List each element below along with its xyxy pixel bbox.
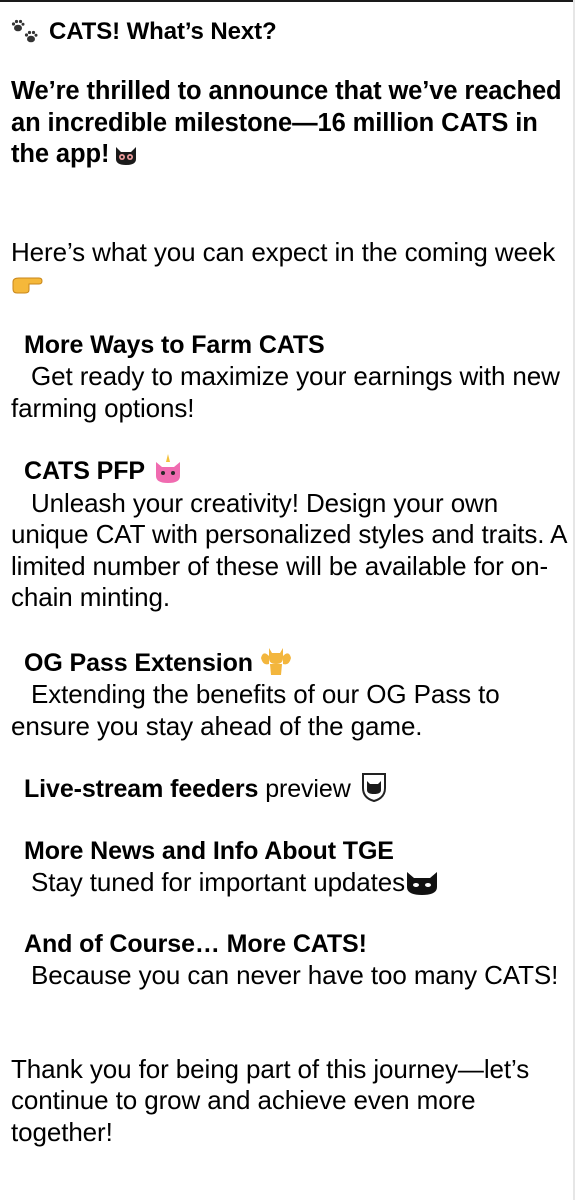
section-heading: CATS PFP — [24, 457, 145, 485]
announcement-text: We’re thrilled to announce that we’ve re… — [11, 77, 562, 168]
closing-paragraph: Thank you for being part of this journey… — [11, 1053, 530, 1147]
section-pfp: CATS PFP Unleash your creativity! Design… — [11, 454, 567, 614]
section-heading-suffix: preview — [265, 775, 351, 803]
message-title: CATS! What’s Next? — [49, 18, 277, 46]
intro-text: Here’s what you can expect in the coming… — [11, 236, 556, 267]
intro-paragraph: Here’s what you can expect in the coming… — [11, 237, 567, 300]
section-body: Get ready to maximize your earnings with… — [11, 361, 560, 423]
cat-face-icon — [116, 147, 137, 165]
section-body-row: Stay tuned for important updates — [11, 867, 567, 899]
section-body: Stay tuned for important updates — [31, 867, 406, 897]
pointing-hand-icon — [12, 277, 43, 294]
announcement-message: CATS! What’s Next? We’re thrilled to ann… — [11, 14, 567, 1148]
milestone-announcement: We’re thrilled to announce that we’ve re… — [11, 76, 567, 171]
paw-prints-icon — [11, 19, 38, 43]
section-heading-row: OG Pass Extension — [11, 644, 567, 680]
section-heading-row: CATS PFP — [11, 454, 567, 488]
section-heading: OG Pass Extension — [24, 648, 253, 677]
section-heading: More News and Info About TGE — [24, 836, 394, 865]
pink-cat-unicorn-icon — [155, 454, 180, 483]
message-title-row: CATS! What’s Next? — [11, 14, 567, 50]
section-heading: More Ways to Farm CATS — [24, 330, 325, 359]
section-farming: More Ways to Farm CATS Get ready to maxi… — [11, 330, 567, 425]
section-body: Extending the benefits of our OG Pass to… — [11, 679, 500, 741]
section-more-cats: And of Course… More CATS! Because you ca… — [11, 929, 567, 992]
flexing-cat-icon — [260, 647, 291, 675]
cat-shield-icon — [361, 773, 386, 802]
top-divider — [0, 0, 575, 2]
section-heading-row: Live-stream feeders preview — [11, 772, 567, 806]
section-body: Unleash your creativity! Design your own… — [11, 487, 566, 613]
black-cat-icon — [407, 872, 438, 895]
section-heading: And of Course… More CATS! — [24, 929, 367, 958]
section-body: Because you can never have too many CATS… — [31, 960, 559, 990]
section-tge: More News and Info About TGE Stay tuned … — [11, 836, 567, 899]
section-og-pass: OG Pass Extension Extending the benefits… — [11, 644, 567, 743]
section-heading: Live-stream feeders — [24, 775, 259, 803]
section-live-stream: Live-stream feeders preview — [11, 772, 567, 806]
